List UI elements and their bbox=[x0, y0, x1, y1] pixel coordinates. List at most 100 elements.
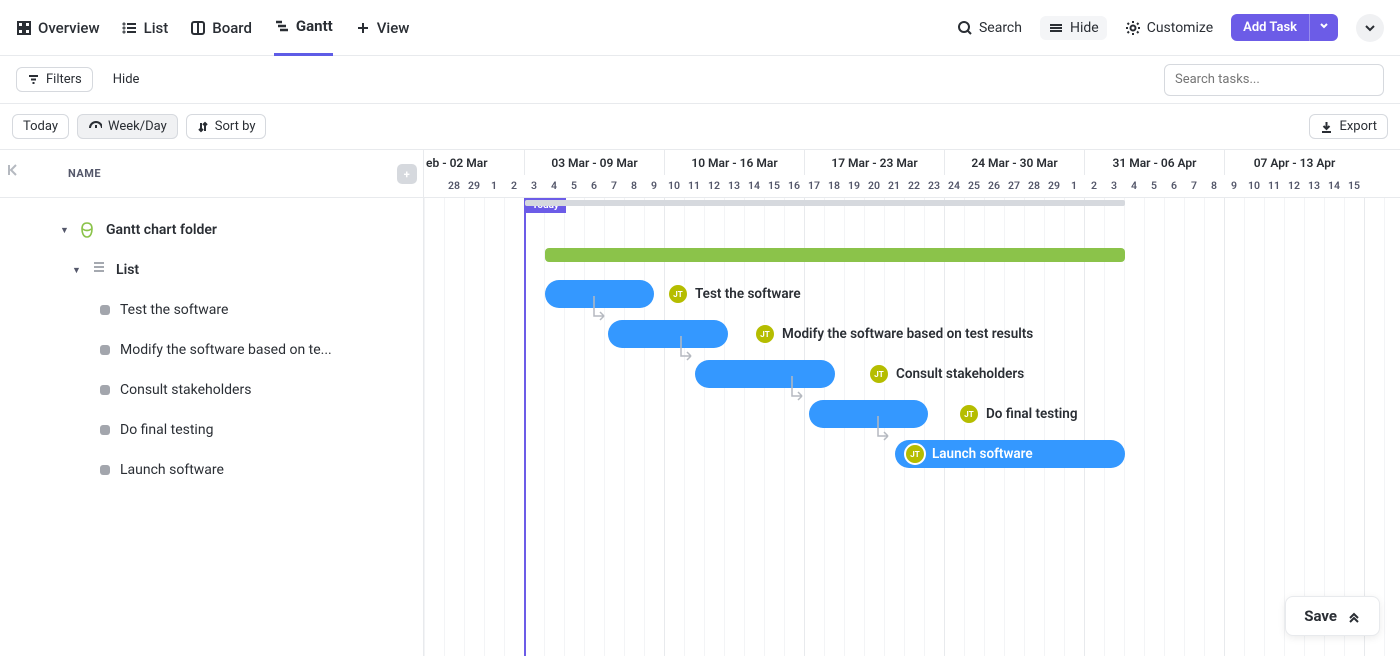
filters-button[interactable]: Filters bbox=[16, 67, 93, 92]
day-cell: 2 bbox=[504, 175, 524, 197]
task-row[interactable]: Launch software bbox=[0, 450, 423, 490]
tab-label: View bbox=[377, 19, 410, 37]
export-button[interactable]: Export bbox=[1309, 114, 1388, 139]
day-row: 2829123456789101112131415161718192021222… bbox=[424, 175, 1400, 197]
group-bar[interactable] bbox=[545, 248, 1125, 262]
day-cell: 14 bbox=[744, 175, 764, 197]
avatar[interactable]: JT bbox=[667, 283, 689, 305]
label: Save bbox=[1304, 607, 1337, 625]
chevron-up-double-icon bbox=[1347, 609, 1361, 623]
gridline bbox=[644, 198, 645, 656]
tab-label: Gantt bbox=[296, 17, 333, 35]
task-bullet-icon bbox=[100, 385, 110, 395]
list-row[interactable]: ▼ List bbox=[0, 250, 423, 290]
gridline bbox=[1004, 198, 1005, 656]
gridline bbox=[1284, 198, 1285, 656]
task-bullet-icon bbox=[100, 465, 110, 475]
day-cell: 1 bbox=[1064, 175, 1084, 197]
sort-icon bbox=[197, 121, 209, 133]
bar-label: Test the software bbox=[695, 286, 801, 302]
chevron-down-icon bbox=[1364, 22, 1376, 34]
gridline bbox=[604, 198, 605, 656]
day-cell: 9 bbox=[1224, 175, 1244, 197]
day-cell: 4 bbox=[544, 175, 564, 197]
gridline bbox=[1224, 198, 1225, 656]
today-button[interactable]: Today bbox=[12, 114, 69, 139]
gridline bbox=[804, 198, 805, 656]
gridline bbox=[1064, 198, 1065, 656]
list-icon bbox=[122, 20, 138, 36]
gridline bbox=[444, 198, 445, 656]
tab-add-view[interactable]: View bbox=[355, 0, 410, 56]
add-column-button[interactable]: + bbox=[397, 164, 417, 184]
add-task-button[interactable]: Add Task bbox=[1231, 14, 1338, 41]
avatar[interactable]: JT bbox=[904, 443, 926, 465]
gantt-bar[interactable] bbox=[608, 320, 728, 348]
task-name: Launch software bbox=[120, 462, 224, 478]
gantt-body[interactable]: Today JT Test the software JT Modify the… bbox=[424, 198, 1400, 656]
avatar[interactable]: JT bbox=[958, 403, 980, 425]
day-cell: 19 bbox=[844, 175, 864, 197]
label: Sort by bbox=[215, 119, 256, 134]
day-cell: 15 bbox=[764, 175, 784, 197]
task-row[interactable]: Modify the software based on te... bbox=[0, 330, 423, 370]
day-cell: 4 bbox=[1124, 175, 1144, 197]
bar-label: Consult stakeholders bbox=[896, 366, 1024, 382]
search-button[interactable]: Search bbox=[957, 20, 1022, 36]
gridline bbox=[1104, 198, 1105, 656]
label: Week/Day bbox=[108, 119, 167, 134]
gridline bbox=[684, 198, 685, 656]
avatar[interactable]: JT bbox=[754, 323, 776, 345]
caret-down-icon[interactable]: ▼ bbox=[60, 225, 70, 236]
board-icon bbox=[190, 20, 206, 36]
gridline bbox=[544, 198, 545, 656]
tab-label: Overview bbox=[38, 19, 100, 37]
gridline bbox=[1184, 198, 1185, 656]
gridline bbox=[624, 198, 625, 656]
search-input[interactable] bbox=[1164, 64, 1384, 96]
gridline bbox=[424, 198, 425, 656]
task-row[interactable]: Test the software bbox=[0, 290, 423, 330]
tab-list[interactable]: List bbox=[122, 0, 169, 56]
caret-down-icon[interactable]: ▼ bbox=[72, 265, 82, 276]
task-row[interactable]: Consult stakeholders bbox=[0, 370, 423, 410]
gridline bbox=[1264, 198, 1265, 656]
task-row[interactable]: Do final testing bbox=[0, 410, 423, 450]
gantt-icon bbox=[274, 18, 290, 34]
tab-overview[interactable]: Overview bbox=[16, 0, 100, 56]
day-cell: 6 bbox=[584, 175, 604, 197]
day-cell: 8 bbox=[1204, 175, 1224, 197]
sortby-button[interactable]: Sort by bbox=[186, 114, 267, 139]
day-cell: 8 bbox=[624, 175, 644, 197]
gantt-bar[interactable] bbox=[809, 400, 928, 428]
hide-link[interactable]: Hide bbox=[113, 72, 140, 87]
week-cell: 03 Mar - 09 Mar bbox=[524, 150, 664, 175]
avatar[interactable]: JT bbox=[868, 363, 890, 385]
tab-gantt[interactable]: Gantt bbox=[274, 0, 333, 56]
folder-icon bbox=[78, 221, 96, 239]
name-column-header: NAME + bbox=[0, 150, 423, 198]
summary-bar[interactable] bbox=[525, 200, 1125, 206]
day-cell: 10 bbox=[1244, 175, 1264, 197]
calendar-icon bbox=[88, 120, 102, 134]
label: Filters bbox=[46, 72, 82, 87]
hide-button[interactable]: Hide bbox=[1040, 16, 1107, 40]
more-menu[interactable] bbox=[1356, 14, 1384, 42]
customize-button[interactable]: Customize bbox=[1125, 20, 1213, 36]
tab-board[interactable]: Board bbox=[190, 0, 252, 56]
header-actions: Search Hide Customize Add Task bbox=[957, 14, 1384, 42]
gridline bbox=[1324, 198, 1325, 656]
main-split: NAME + ▼ Gantt chart folder ▼ List Test … bbox=[0, 150, 1400, 656]
add-task-dropdown[interactable] bbox=[1309, 14, 1338, 41]
week-cell: eb - 02 Mar bbox=[424, 150, 524, 175]
weekday-button[interactable]: Week/Day bbox=[77, 114, 178, 139]
folder-row[interactable]: ▼ Gantt chart folder bbox=[0, 210, 423, 250]
save-button[interactable]: Save bbox=[1285, 596, 1380, 636]
gridline bbox=[764, 198, 765, 656]
filter-icon bbox=[27, 73, 40, 86]
download-icon bbox=[1320, 120, 1333, 133]
week-cell: 24 Mar - 30 Mar bbox=[944, 150, 1084, 175]
task-name: Modify the software based on te... bbox=[120, 342, 332, 358]
hide-icon bbox=[1048, 20, 1064, 36]
day-cell: 25 bbox=[964, 175, 984, 197]
